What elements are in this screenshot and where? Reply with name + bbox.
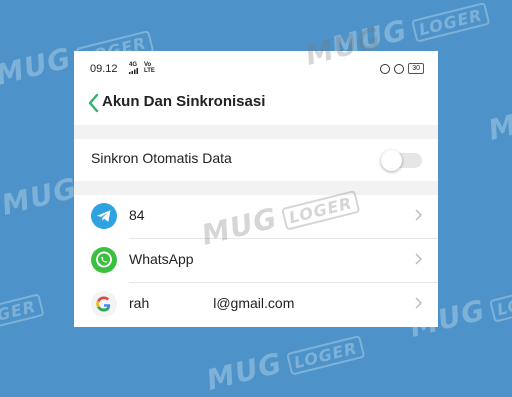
account-label: rah l@gmail.com [129, 295, 295, 311]
chevron-right-icon [415, 209, 423, 221]
watermark: LOGER [0, 293, 45, 335]
header: Akun Dan Sinkronisasi [74, 87, 438, 125]
volte-indicator: Vo LTE [144, 62, 155, 74]
account-label: 84 [129, 207, 145, 223]
auto-sync-row[interactable]: Sinkron Otomatis Data [74, 139, 438, 181]
battery-icon: 30 [408, 63, 424, 74]
account-row-whatsapp[interactable]: WhatsApp [74, 239, 438, 282]
account-row-google[interactable]: rah l@gmail.com [74, 283, 438, 326]
auto-sync-toggle[interactable] [381, 150, 422, 171]
watermark: MUG [485, 96, 512, 147]
google-icon [91, 291, 117, 317]
status-bar: 09.12 4G Vo LTE 30 [74, 51, 438, 87]
account-label: WhatsApp [129, 251, 194, 267]
telegram-icon [91, 203, 117, 229]
clock-icon [394, 63, 405, 74]
signal-bars-icon [129, 68, 138, 74]
signal-indicator: 4G [129, 62, 139, 76]
whatsapp-icon [91, 247, 117, 273]
auto-sync-label: Sinkron Otomatis Data [91, 150, 232, 166]
status-time: 09.12 [90, 63, 118, 75]
chevron-right-icon [415, 253, 423, 265]
alarm-icon [380, 63, 391, 74]
page-title: Akun Dan Sinkronisasi [102, 93, 266, 110]
watermark: MUGLOGER [203, 326, 366, 397]
chevron-right-icon [415, 297, 423, 309]
status-icons: 30 [380, 63, 424, 74]
toggle-knob [381, 150, 402, 171]
settings-screen: 09.12 4G Vo LTE 30 Akun Dan Sinkronisasi … [74, 51, 438, 327]
